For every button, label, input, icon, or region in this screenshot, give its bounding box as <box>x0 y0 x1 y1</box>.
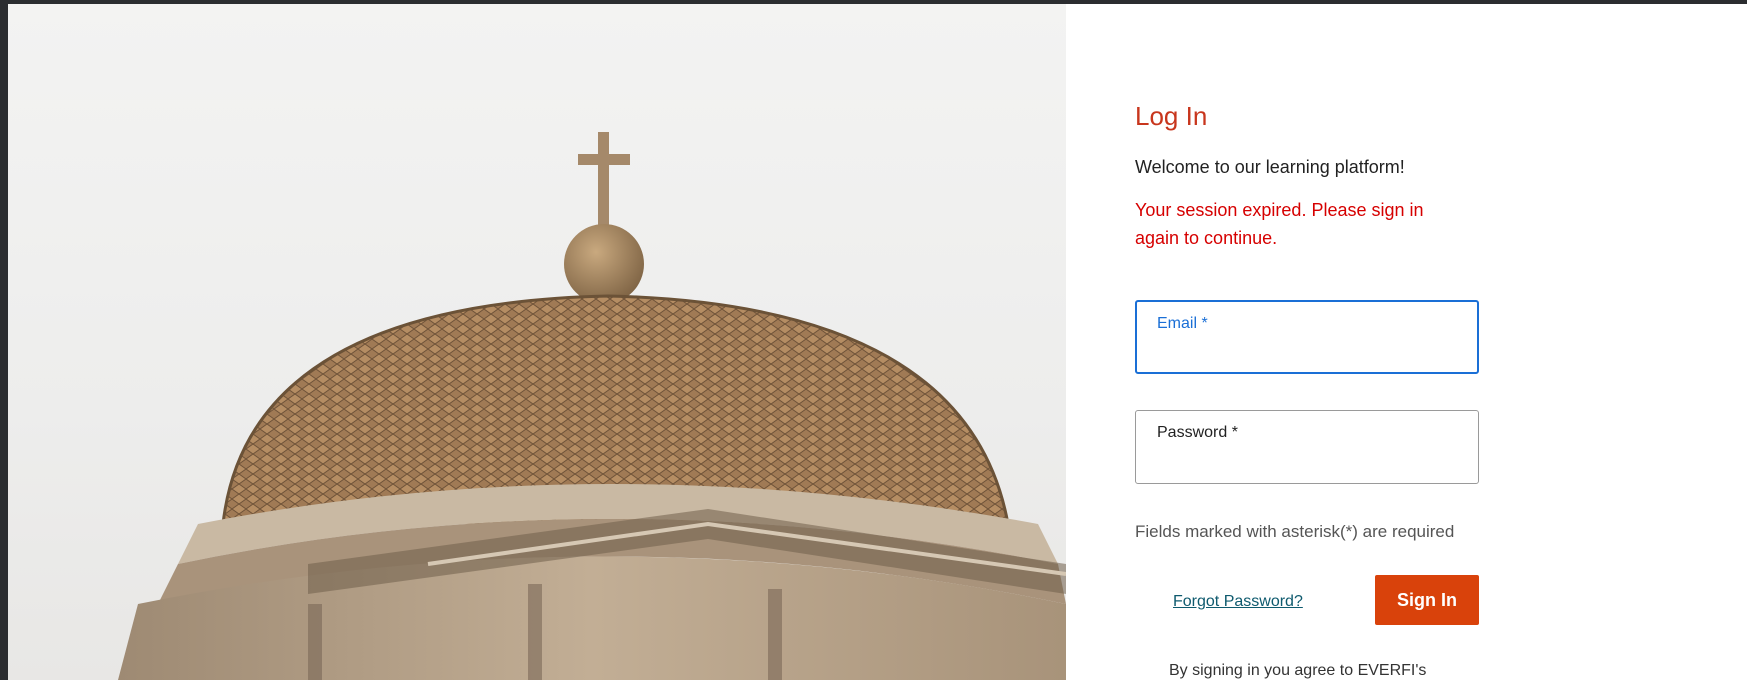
terms-text: By signing in you agree to EVERFI's <box>1169 662 1427 679</box>
password-field[interactable]: Password * <box>1135 410 1479 484</box>
session-expired-message: Your session expired. Please sign in aga… <box>1135 200 1424 248</box>
email-field[interactable]: Email * <box>1135 300 1479 374</box>
email-input[interactable] <box>1157 340 1461 368</box>
login-page: Log In Welcome to our learning platform!… <box>8 4 1747 680</box>
password-input[interactable] <box>1156 449 1460 477</box>
login-panel: Log In Welcome to our learning platform!… <box>1135 100 1485 679</box>
required-fields-note: Fields marked with asterisk(*) are requi… <box>1135 522 1455 541</box>
sign-in-button[interactable]: Sign In <box>1375 575 1479 625</box>
password-label: Password * <box>1157 424 1238 441</box>
page-title: Log In <box>1135 101 1208 131</box>
forgot-password-link[interactable]: Forgot Password? <box>1173 593 1303 611</box>
hero-image <box>8 4 1066 680</box>
welcome-message: Welcome to our learning platform! <box>1135 157 1405 177</box>
dome-building-image <box>118 132 1066 680</box>
email-label: Email * <box>1157 315 1208 332</box>
